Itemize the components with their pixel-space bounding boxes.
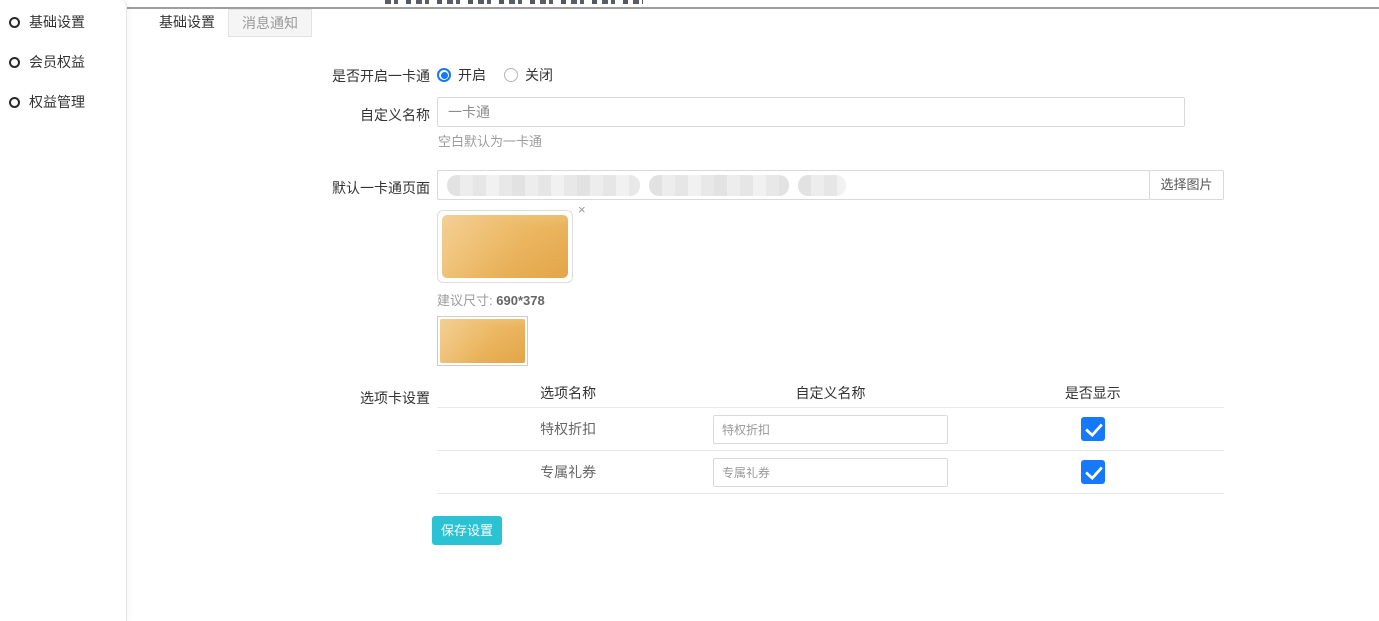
radio-unchecked-icon[interactable] [504, 68, 518, 82]
circle-bullet-icon [9, 57, 20, 68]
top-divider-line [127, 7, 1379, 9]
sidebar-item-label: 基础设置 [29, 12, 85, 32]
custom-name-input[interactable] [437, 97, 1185, 127]
choose-image-button[interactable]: 选择图片 [1149, 170, 1224, 200]
table-divider [437, 493, 1224, 494]
radio-off-label: 关闭 [525, 65, 553, 85]
image-preview-frame [437, 210, 573, 283]
custom-name-hint: 空白默认为一卡通 [438, 131, 542, 150]
tab-settings-label: 选项卡设置 [137, 388, 430, 408]
sidebar-item-basic-settings[interactable]: 基础设置 [0, 12, 126, 32]
row-option-name: 特权折扣 [437, 419, 699, 439]
image-thumbnail-frame [437, 316, 528, 366]
tab-settings-table: 选项名称 自定义名称 是否显示 特权折扣 专属礼券 [437, 379, 1224, 494]
col-header-option-name: 选项名称 [437, 383, 699, 403]
table-row: 专属礼券 [437, 451, 1224, 493]
size-hint: 建议尺寸: 690*378 [437, 290, 545, 309]
radio-checked-icon[interactable] [437, 68, 451, 82]
sidebar-item-benefit-management[interactable]: 权益管理 [0, 92, 126, 112]
settings-page: 基础设置 会员权益 权益管理 基础设置 消息通知 是否开启一卡通 开启 关闭 自… [0, 0, 1379, 621]
tab-message-notification[interactable]: 消息通知 [228, 9, 312, 37]
cropped-header-text-sliver [385, 0, 643, 4]
tab-basic-settings[interactable]: 基础设置 [146, 9, 228, 37]
circle-bullet-icon [9, 17, 20, 28]
save-settings-button[interactable]: 保存设置 [432, 516, 502, 545]
radio-option-off[interactable]: 关闭 [504, 65, 553, 85]
sidebar-item-member-benefits[interactable]: 会员权益 [0, 52, 126, 72]
row-custom-name-input[interactable] [713, 458, 948, 487]
sidebar-item-label: 权益管理 [29, 92, 85, 112]
circle-bullet-icon [9, 97, 20, 108]
col-header-visible: 是否显示 [962, 383, 1224, 403]
onecard-preview-image [442, 215, 568, 278]
redacted-url-value [447, 175, 846, 196]
default-page-url-input[interactable] [437, 170, 1150, 200]
size-hint-label: 建议尺寸: [437, 293, 493, 308]
enable-onecard-label: 是否开启一卡通 [137, 66, 430, 86]
table-row: 特权折扣 [437, 408, 1224, 450]
visible-checkbox-checked-icon[interactable] [1081, 460, 1105, 484]
row-custom-name-input[interactable] [713, 415, 948, 444]
default-page-label: 默认一卡通页面 [137, 178, 430, 198]
table-header-row: 选项名称 自定义名称 是否显示 [437, 379, 1224, 407]
enable-radio-group: 开启 关闭 [437, 65, 553, 85]
remove-image-icon[interactable]: × [578, 203, 586, 216]
tab-bar: 基础设置 消息通知 [146, 9, 312, 37]
col-header-custom-name: 自定义名称 [699, 383, 961, 403]
sidebar: 基础设置 会员权益 权益管理 [0, 0, 127, 621]
size-hint-value: 690*378 [496, 293, 544, 308]
radio-option-on[interactable]: 开启 [437, 65, 486, 85]
visible-checkbox-checked-icon[interactable] [1081, 417, 1105, 441]
row-option-name: 专属礼券 [437, 462, 699, 482]
radio-on-label: 开启 [458, 65, 486, 85]
custom-name-label: 自定义名称 [137, 105, 430, 125]
onecard-thumbnail-image [440, 319, 525, 363]
sidebar-item-label: 会员权益 [29, 52, 85, 72]
